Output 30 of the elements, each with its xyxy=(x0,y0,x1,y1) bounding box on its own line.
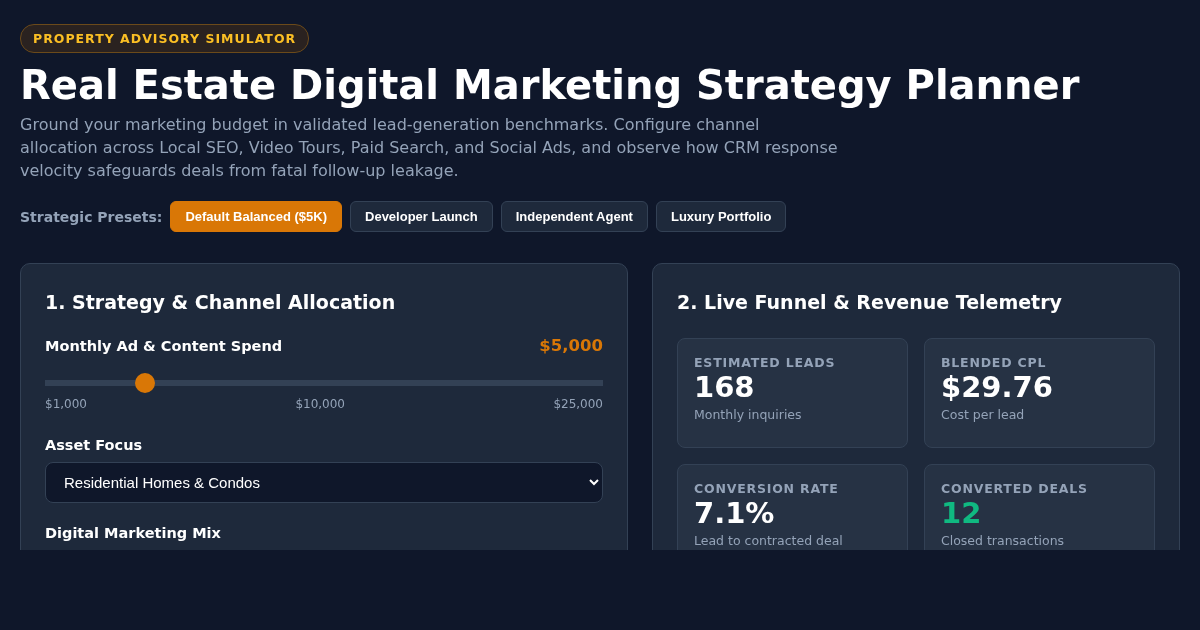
app-badge: PROPERTY ADVISORY SIMULATOR xyxy=(20,24,310,53)
metric-value: 12 xyxy=(941,496,983,530)
spend-value: $5,000 xyxy=(539,336,603,355)
slider-tick-label: $1,000 xyxy=(45,397,87,411)
metric-value: $29.76 xyxy=(941,370,1054,404)
metric-caption: Closed transactions xyxy=(941,533,1066,548)
metric-caption: Lead to contracted deal xyxy=(694,533,844,548)
panel-title: 1. Strategy & Channel Allocation xyxy=(45,290,397,315)
metric-label: CONVERSION RATE xyxy=(694,481,840,496)
asset-focus-select[interactable]: Residential Homes & Condos xyxy=(45,462,603,503)
preset-button[interactable]: Developer Launch xyxy=(350,201,493,232)
spend-label: Monthly Ad & Content Spend xyxy=(45,337,283,354)
metric-value: 7.1% xyxy=(694,496,776,530)
metric-value: 168 xyxy=(694,370,756,404)
slider-tick-label: $25,000 xyxy=(553,397,603,411)
slider-thumb[interactable] xyxy=(134,373,155,393)
metric-label: BLENDED CPL xyxy=(941,355,1048,370)
panel-title: 2. Live Funnel & Revenue Telemetry xyxy=(677,290,1063,315)
metric-caption: Cost per lead xyxy=(941,407,1026,422)
presets-label: Strategic Presets: xyxy=(20,208,163,225)
asset-focus-label: Asset Focus xyxy=(45,437,143,453)
slider-tick-label: $10,000 xyxy=(295,397,345,411)
preset-button[interactable]: Independent Agent xyxy=(500,201,648,232)
preset-button[interactable]: Luxury Portfolio xyxy=(655,201,787,232)
metric-caption: Monthly inquiries xyxy=(694,407,803,422)
mix-label: Digital Marketing Mix xyxy=(45,525,221,541)
page-description: Ground your marketing budget in validated lead-generation benchmarks. Configure channel allocation across Local SEO, Video Tours, Paid Search, and Social Ads, and observe how CRM response velocity safeguards deals from fatal follow-up leakage. xyxy=(20,114,839,182)
page-title: Real Estate Digital Marketing Strategy Planner xyxy=(20,61,1081,109)
metric-label: CONVERTED DEALS xyxy=(941,481,1089,496)
metric-label: ESTIMATED LEADS xyxy=(694,355,837,370)
